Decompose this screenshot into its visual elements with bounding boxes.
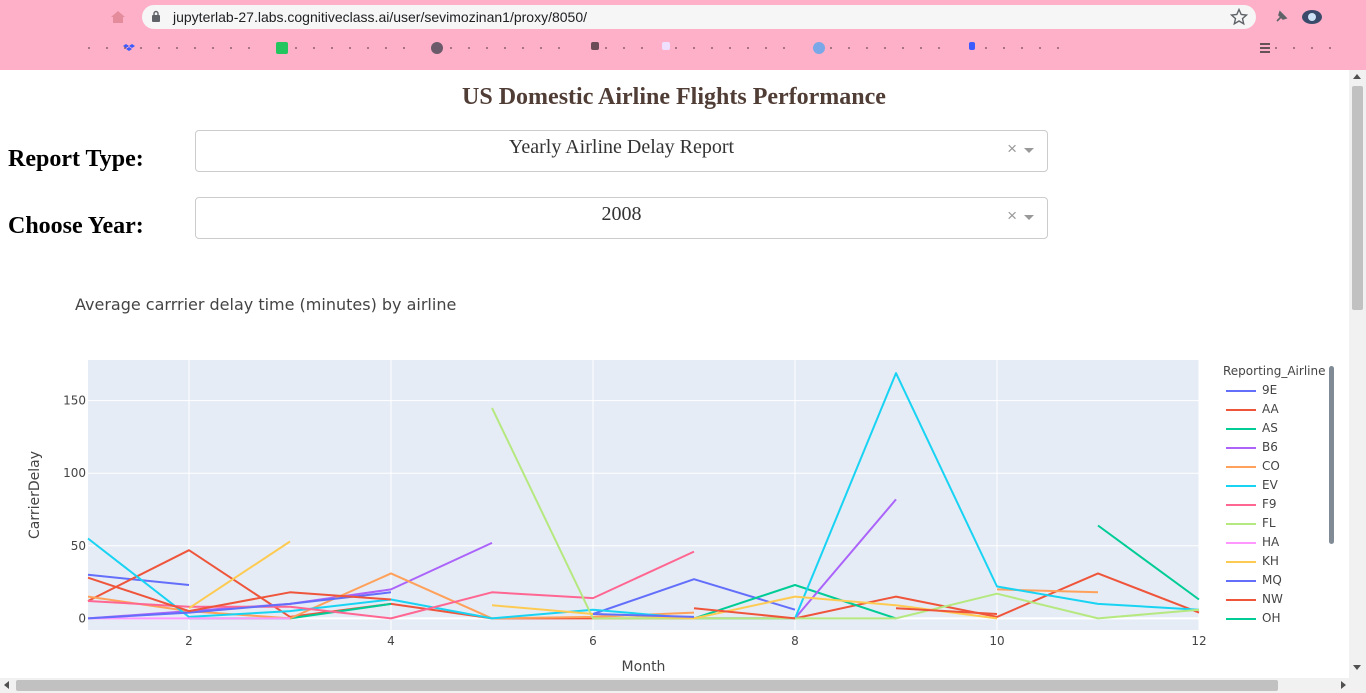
legend-item-oh[interactable]: OH	[1226, 611, 1326, 629]
url-text[interactable]: jupyterlab-27.labs.cognitiveclass.ai/use…	[173, 9, 587, 25]
scroll-right-icon[interactable]	[1341, 681, 1346, 689]
bookmark-star-icon[interactable]	[1230, 8, 1248, 26]
year-dropdown[interactable]: 2008 ×	[195, 197, 1048, 239]
legend-swatch	[1226, 599, 1256, 601]
bookmark-labels	[140, 47, 260, 49]
legend-item-nw[interactable]: NW	[1226, 592, 1326, 610]
bookmark-labels	[88, 47, 128, 49]
carrier-delay-chart: 2 4 6 8 10 12 0 50 100 150 Month CarrierDelay	[27, 360, 1207, 675]
legend-label: 9E	[1262, 383, 1278, 397]
legend-label: FL	[1262, 516, 1276, 530]
home-icon[interactable]	[110, 10, 126, 24]
bookmark-labels	[830, 47, 950, 49]
bookmark-icon[interactable]	[591, 42, 599, 50]
legend-swatch	[1226, 485, 1256, 487]
legend-label: EV	[1262, 478, 1278, 492]
legend-item-9e[interactable]: 9E	[1226, 383, 1326, 401]
x-axis-label: Month	[622, 659, 666, 675]
legend-swatch	[1226, 447, 1256, 449]
bookmark-icon[interactable]	[431, 42, 443, 54]
bookmark-labels	[1275, 47, 1335, 49]
legend-item-kh[interactable]: KH	[1226, 554, 1326, 572]
vertical-scroll-thumb[interactable]	[1352, 86, 1363, 310]
legend-swatch	[1226, 580, 1256, 582]
y-tick-label: 100	[63, 466, 86, 480]
legend-item-b6[interactable]: B6	[1226, 440, 1326, 458]
legend-swatch	[1226, 504, 1256, 506]
bookmark-labels	[295, 47, 415, 49]
browser-toolbar: jupyterlab-27.labs.cognitiveclass.ai/use…	[0, 0, 1366, 70]
bookmark-icon[interactable]	[969, 42, 975, 50]
legend-swatch	[1226, 523, 1256, 525]
legend-item-mq[interactable]: MQ	[1226, 573, 1326, 591]
report-type-value[interactable]: Yearly Airline Delay Report	[196, 136, 1047, 159]
legend-label: NW	[1262, 592, 1283, 606]
y-axis-label: CarrierDelay	[27, 451, 43, 539]
x-tick-label: 10	[989, 634, 1004, 648]
legend-scrollbar[interactable]	[1329, 366, 1334, 544]
page-title: US Domestic Airline Flights Performance	[462, 84, 886, 110]
legend-swatch	[1226, 561, 1256, 563]
reading-list-icon[interactable]	[1259, 42, 1271, 54]
legend-swatch	[1226, 618, 1256, 620]
chart-title: Average carrrier delay time (minutes) by…	[75, 295, 457, 314]
legend-label: CO	[1262, 459, 1280, 473]
choose-year-label: Choose Year:	[8, 213, 144, 239]
bookmark-labels	[985, 47, 1075, 49]
legend-item-ev[interactable]: EV	[1226, 478, 1326, 496]
lock-icon[interactable]	[151, 10, 161, 22]
legend-title: Reporting_Airline	[1223, 364, 1326, 378]
legend-item-co[interactable]: CO	[1226, 459, 1326, 477]
legend-label: F9	[1262, 497, 1277, 511]
legend-label: B6	[1262, 440, 1278, 454]
clear-icon[interactable]: ×	[1007, 139, 1017, 159]
x-tick-label: 8	[791, 634, 799, 648]
r-bookmark-icon[interactable]	[813, 42, 825, 54]
report-type-label: Report Type:	[8, 146, 144, 172]
horizontal-scroll-thumb[interactable]	[16, 680, 1278, 691]
x-tick-label: 4	[387, 634, 395, 648]
legend-label: AA	[1262, 402, 1279, 416]
y-tick-label: 150	[63, 394, 86, 408]
y-tick-label: 0	[78, 611, 86, 625]
x-tick-label: 6	[589, 634, 597, 648]
legend-item-as[interactable]: AS	[1226, 421, 1326, 439]
bookmark-icon[interactable]	[276, 42, 288, 54]
x-tick-label: 2	[185, 634, 193, 648]
legend-label: HA	[1262, 535, 1280, 549]
legend-label: KH	[1262, 554, 1279, 568]
profile-avatar-icon[interactable]	[1302, 9, 1322, 25]
y-tick-label: 50	[71, 539, 86, 553]
legend-swatch	[1226, 390, 1256, 392]
legend-item-ha[interactable]: HA	[1226, 535, 1326, 553]
bookmark-labels	[675, 47, 795, 49]
legend-label: MQ	[1262, 573, 1282, 587]
bookmark-labels	[450, 47, 570, 49]
legend-swatch	[1226, 428, 1256, 430]
report-type-dropdown[interactable]: Yearly Airline Delay Report ×	[195, 130, 1048, 172]
chevron-down-icon[interactable]	[1024, 148, 1034, 153]
clear-icon[interactable]: ×	[1007, 206, 1017, 226]
x-tick-label: 12	[1191, 634, 1206, 648]
scroll-down-icon[interactable]	[1353, 665, 1361, 670]
chevron-down-icon[interactable]	[1024, 215, 1034, 220]
legend-item-aa[interactable]: AA	[1226, 402, 1326, 420]
legend-label: OH	[1262, 611, 1281, 625]
extension-pin-icon[interactable]	[1273, 9, 1289, 25]
scroll-up-icon[interactable]	[1353, 74, 1361, 79]
legend-item-fl[interactable]: FL	[1226, 516, 1326, 534]
scroll-left-icon[interactable]	[4, 681, 9, 689]
legend-item-f9[interactable]: F9	[1226, 497, 1326, 515]
legend-swatch	[1226, 542, 1256, 544]
legend-label: AS	[1262, 421, 1278, 435]
legend-swatch	[1226, 466, 1256, 468]
bookmark-icon[interactable]	[662, 42, 670, 50]
legend-swatch	[1226, 409, 1256, 411]
year-value[interactable]: 2008	[196, 203, 1047, 226]
bookmark-labels	[605, 47, 655, 49]
